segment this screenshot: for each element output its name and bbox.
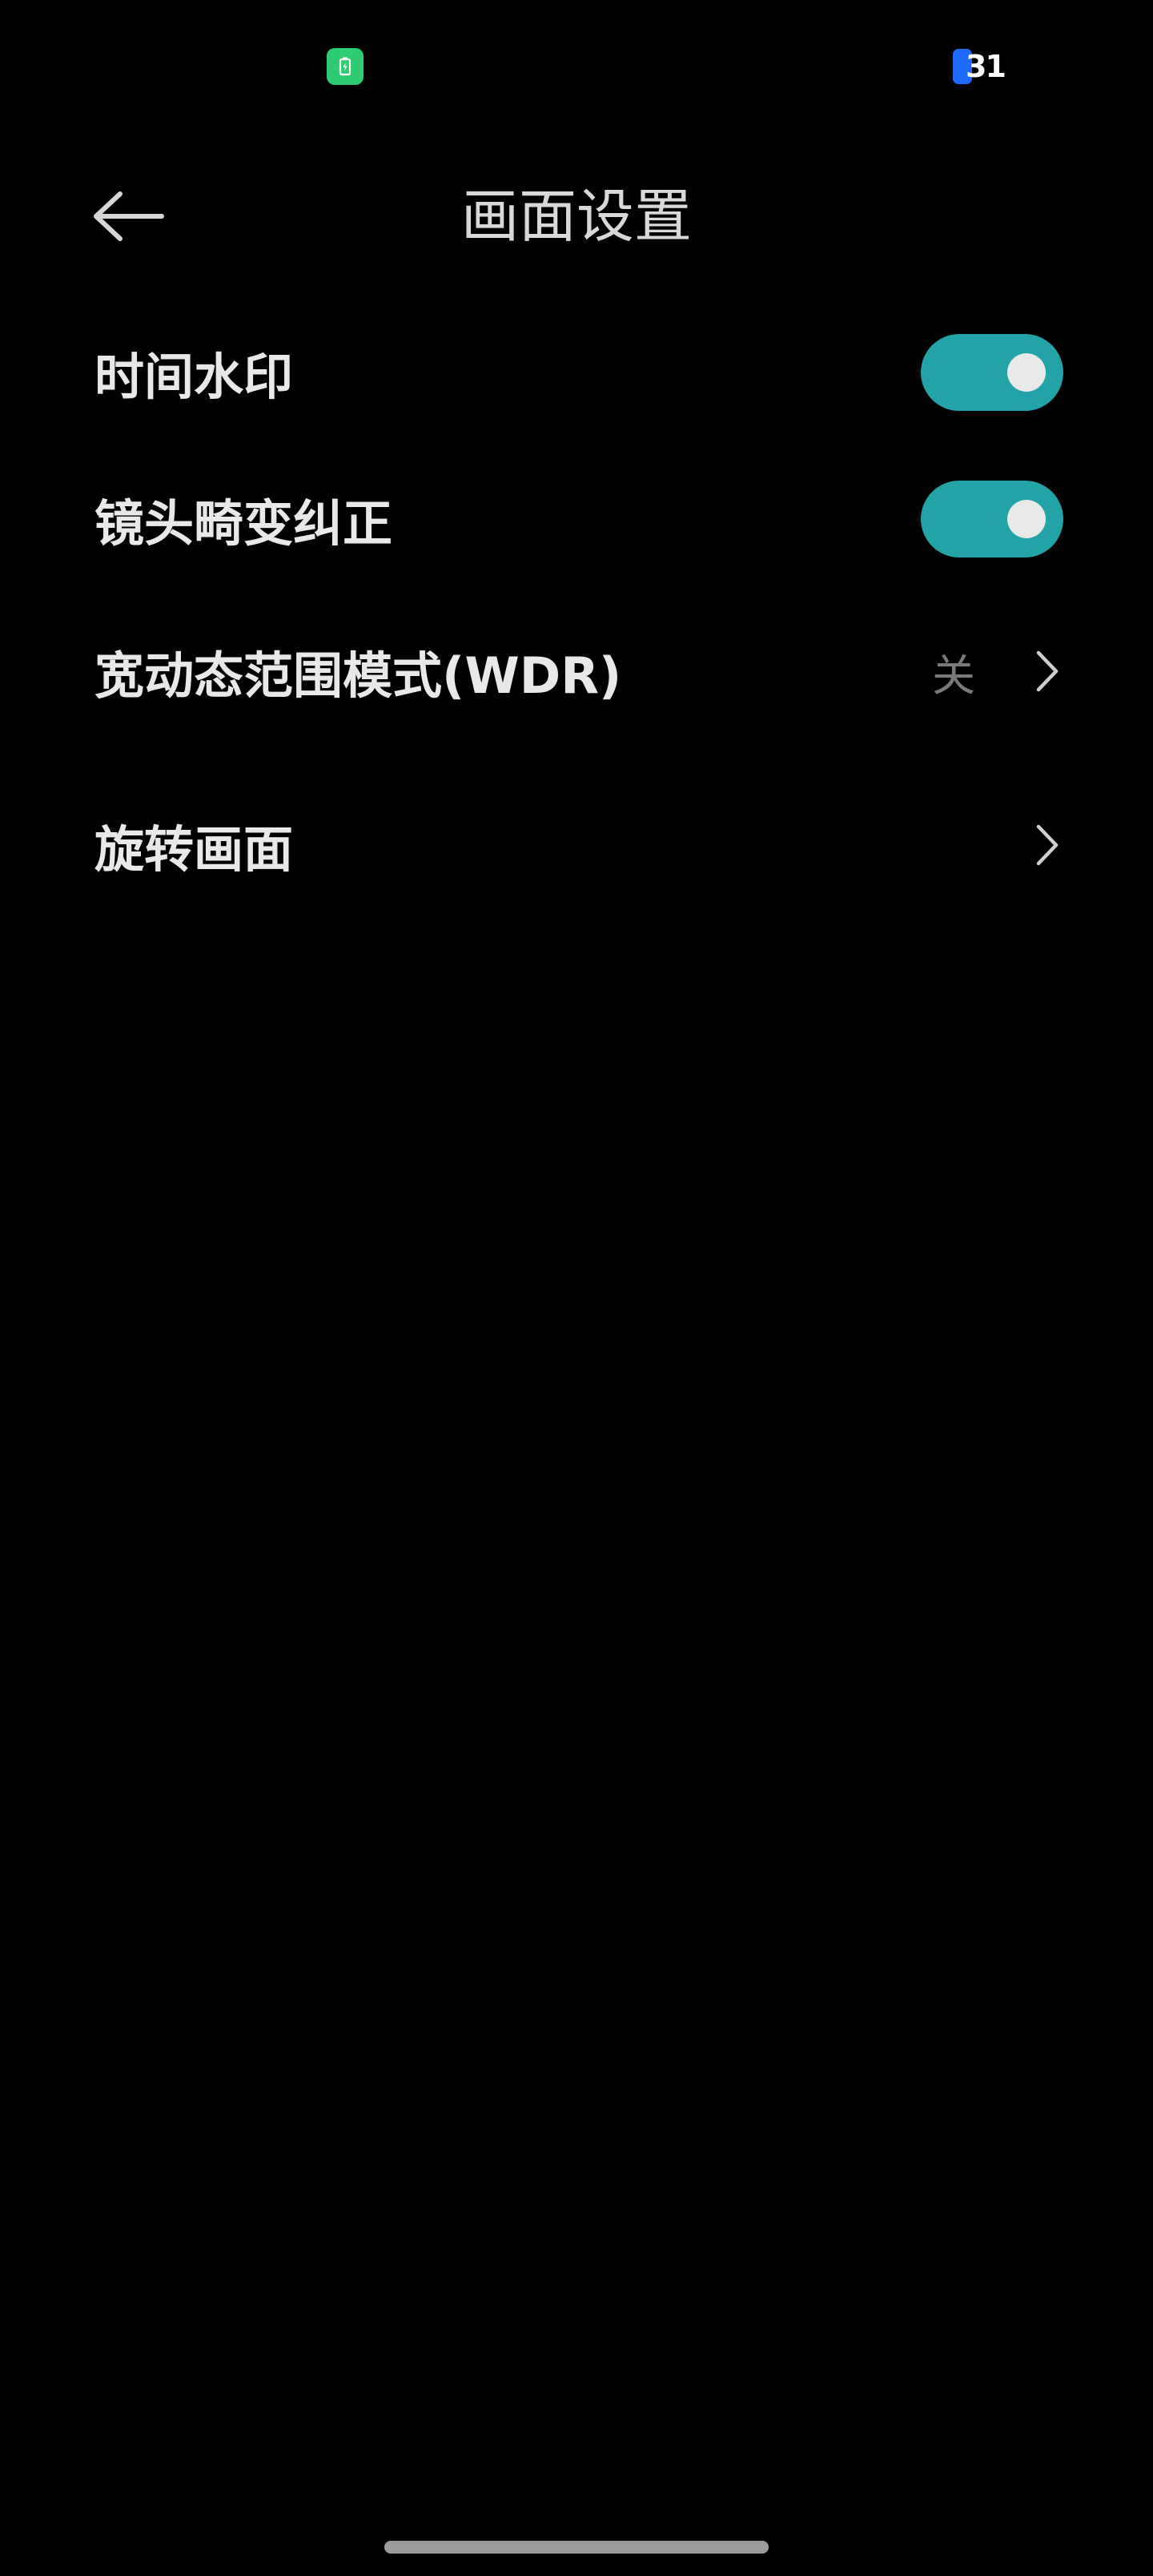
notification-badge: 31 [953,48,1006,85]
setting-label: 旋转画面 [94,820,294,879]
chevron-right-icon [1031,821,1063,869]
setting-wdr[interactable]: 宽动态范围模式(WDR) 关 [94,611,1063,731]
header: 画面设置 [0,160,1153,272]
page-title: 画面设置 [460,183,692,250]
time-watermark-toggle[interactable] [921,334,1063,411]
chevron-right-icon [1031,647,1063,695]
wdr-value: 关 [932,650,975,701]
setting-lens-distortion[interactable]: 镜头畸变纠正 [94,459,1063,579]
setting-time-watermark[interactable]: 时间水印 [94,312,1063,433]
setting-rotate[interactable]: 旋转画面 [94,785,1063,905]
setting-label: 宽动态范围模式(WDR) [94,646,622,705]
lens-distortion-toggle[interactable] [921,481,1063,557]
toggle-knob [1007,353,1046,392]
toggle-knob [1007,500,1046,538]
battery-charging-icon [327,48,364,85]
status-bar: 31 [0,0,1153,136]
setting-label: 时间水印 [94,348,294,406]
setting-label: 镜头畸变纠正 [94,494,393,553]
badge-number: 31 [966,49,1006,84]
home-indicator[interactable] [384,2541,769,2554]
